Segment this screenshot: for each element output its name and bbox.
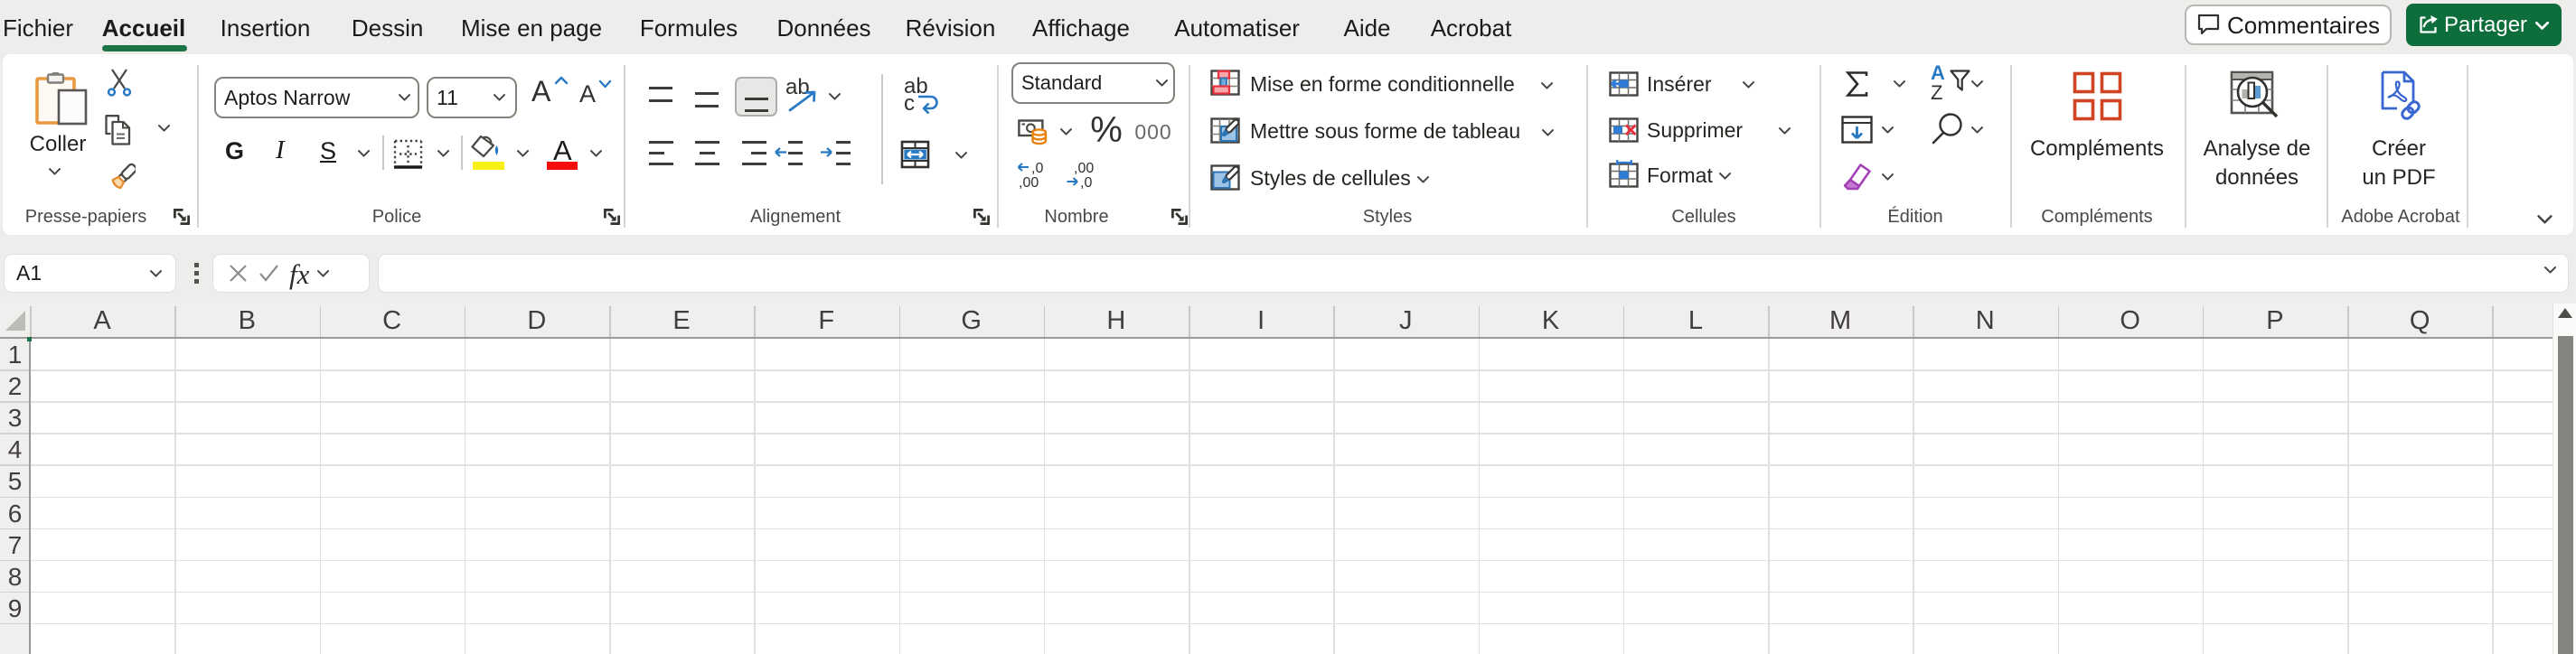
svg-text:,0: ,0 (1031, 161, 1043, 176)
svg-text:,0: ,0 (1080, 175, 1092, 190)
svg-text:,00: ,00 (1019, 175, 1039, 190)
svg-text:,00: ,00 (1074, 161, 1094, 176)
